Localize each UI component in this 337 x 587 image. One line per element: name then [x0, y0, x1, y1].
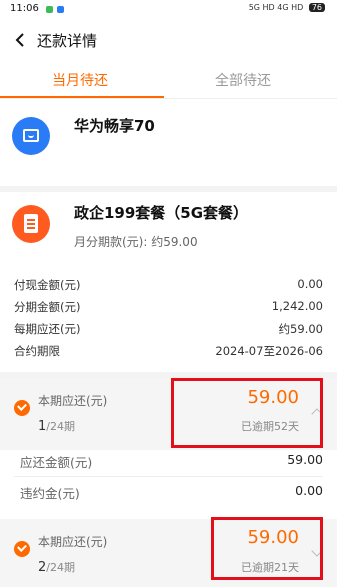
summary-label: 付现金额(元) — [14, 278, 81, 292]
period-total: /24期 — [46, 561, 75, 574]
summary-value: 1,242.00 — [271, 299, 323, 313]
summary-label: 分期金额(元) — [14, 300, 81, 314]
period-label: 本期应还(元) — [38, 394, 108, 408]
active-tab-indicator — [0, 96, 164, 98]
period-total: /24期 — [46, 420, 75, 433]
summary-row: 付现金额(元) 0.00 — [14, 277, 323, 297]
summary-row: 每期应还(元) 约59.00 — [14, 321, 323, 341]
status-bar: 11:06 5G HD 4G HD 76 — [0, 0, 337, 20]
check-circle-icon[interactable] — [14, 400, 30, 416]
detail-row: 应还金额(元) 59.00 — [20, 452, 323, 474]
summary-label: 合约期限 — [14, 344, 60, 358]
page-title: 还款详情 — [37, 32, 98, 50]
detail-label: 应还金额(元) — [20, 455, 93, 470]
check-circle-icon[interactable] — [14, 541, 30, 557]
tab-all-pending[interactable]: 全部待还 — [215, 70, 271, 90]
summary-value: 2024-07至2026-06 — [215, 344, 323, 358]
signal-text: 5G HD 4G HD — [248, 3, 304, 12]
tab-current-month[interactable]: 当月待还 — [52, 70, 108, 90]
plan-card: 政企199套餐（5G套餐） 月分期款(元): 约59.00 — [0, 192, 337, 272]
app-notification-icon — [46, 6, 53, 13]
device-card: 华为畅享70 — [0, 100, 337, 186]
status-time: 11:06 — [10, 3, 39, 14]
highlight-box — [211, 517, 323, 580]
document-icon — [12, 205, 50, 243]
shopping-bag-icon — [12, 117, 50, 155]
tab-bar: 当月待还 全部待还 — [0, 62, 337, 99]
row-divider — [14, 476, 323, 477]
signal-indicators: 5G HD 4G HD 76 — [249, 3, 325, 12]
nav-bar: 还款详情 — [0, 22, 337, 58]
summary-label: 每期应还(元) — [14, 322, 81, 336]
summary-value: 0.00 — [297, 277, 323, 291]
detail-value: 0.00 — [295, 483, 323, 498]
period-index: 2/24期 — [38, 559, 75, 575]
plan-installment: 月分期款(元): 约59.00 — [74, 235, 198, 249]
plan-name: 政企199套餐（5G套餐） — [74, 204, 249, 222]
summary-value: 约59.00 — [278, 322, 323, 336]
back-arrow-icon[interactable] — [12, 31, 30, 49]
highlight-box — [171, 378, 323, 448]
period-index: 1/24期 — [38, 418, 75, 434]
summary-row: 合约期限 2024-07至2026-06 — [14, 343, 323, 363]
detail-row: 违约金(元) 0.00 — [20, 483, 323, 505]
period-label: 本期应还(元) — [38, 535, 108, 549]
app-notification-icon — [57, 6, 64, 13]
detail-value: 59.00 — [287, 452, 323, 467]
detail-label: 违约金(元) — [20, 486, 80, 501]
battery-icon: 76 — [308, 3, 325, 12]
device-name: 华为畅享70 — [74, 117, 155, 135]
summary-row: 分期金额(元) 1,242.00 — [14, 299, 323, 319]
